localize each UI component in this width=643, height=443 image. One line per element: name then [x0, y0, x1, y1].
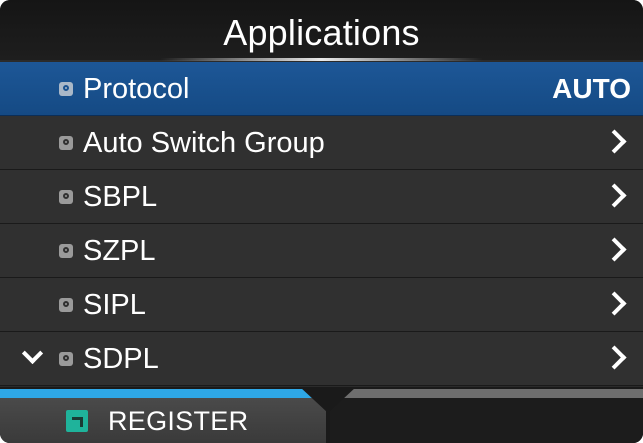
- lock-icon: [59, 136, 73, 150]
- menu-item-label: SBPL: [83, 181, 158, 213]
- menu-item-label: Protocol: [83, 73, 190, 105]
- menu-item-szpl[interactable]: SZPL: [0, 224, 643, 278]
- menu-item-auto-switch-group[interactable]: Auto Switch Group: [0, 116, 643, 170]
- chevron-right-icon: [602, 237, 627, 262]
- lock-icon: [59, 298, 73, 312]
- title-underline: [160, 58, 483, 61]
- menu-item-protocol[interactable]: Protocol AUTO: [0, 62, 643, 116]
- menu-item-label: Auto Switch Group: [83, 127, 325, 159]
- chevron-right-icon: [602, 291, 627, 316]
- register-label: REGISTER: [108, 406, 249, 436]
- menu-item-value: AUTO: [552, 73, 631, 104]
- empty-softkey: [330, 398, 643, 443]
- chevron-right-icon: [602, 129, 627, 154]
- bottom-bar: REGISTER: [0, 387, 643, 443]
- lock-icon: [59, 352, 73, 366]
- menu-item-sdpl[interactable]: SDPL: [0, 332, 643, 386]
- page-title: Applications: [223, 12, 420, 53]
- menu-item-sipl[interactable]: SIPL: [0, 278, 643, 332]
- applications-screen: Applications Protocol AUTO Auto Switch G…: [0, 0, 643, 443]
- title-bar: Applications: [0, 0, 643, 61]
- chevron-right-icon: [602, 345, 627, 370]
- menu-item-label: SZPL: [83, 235, 156, 267]
- tab-notch: [300, 387, 356, 413]
- chevron-down-icon: [21, 342, 44, 365]
- lock-icon: [59, 190, 73, 204]
- lock-icon: [59, 244, 73, 258]
- register-icon: [66, 410, 88, 432]
- inactive-tab-indicator: [342, 389, 643, 398]
- menu-list: Protocol AUTO Auto Switch Group SBPL SZP…: [0, 62, 643, 387]
- chevron-right-icon: [602, 183, 627, 208]
- active-tab-indicator: [0, 389, 312, 398]
- lock-icon: [59, 82, 73, 96]
- menu-item-sbpl[interactable]: SBPL: [0, 170, 643, 224]
- register-button[interactable]: REGISTER: [0, 398, 326, 443]
- menu-item-label: SIPL: [83, 289, 146, 321]
- menu-item-label: SDPL: [83, 343, 159, 375]
